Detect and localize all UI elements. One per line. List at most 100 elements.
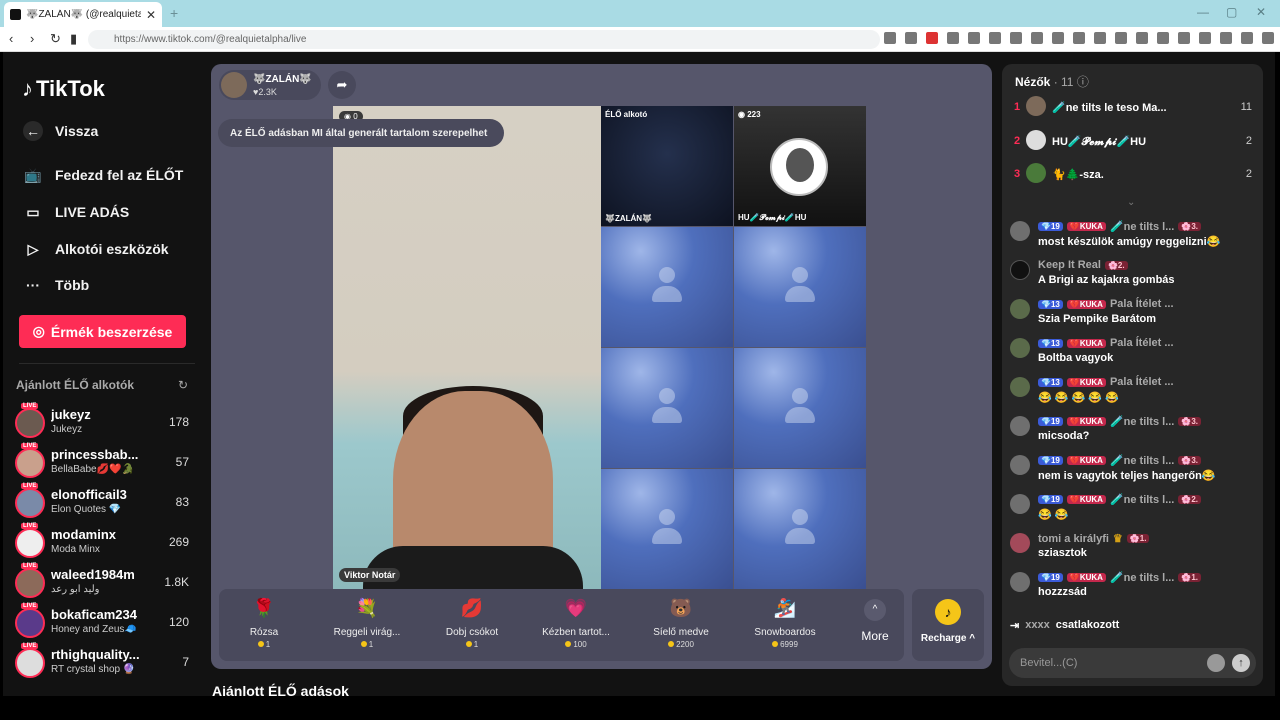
host-info[interactable]: 🐺ZALÁN🐺 ♥2.3K xyxy=(219,70,321,100)
minimize-icon[interactable]: — xyxy=(1197,5,1209,19)
chat-message[interactable]: 💎13 💔KUKA Pala Ítélet ... Boltba vagyok xyxy=(1010,335,1255,373)
extension-icon[interactable] xyxy=(1241,32,1253,44)
top-viewer-row[interactable]: 2 HU🧪𝓟𝓮𝓶𝓹𝓲🧪HU 2 xyxy=(1014,128,1252,156)
creator-item[interactable]: LIVE elonofficail3 Elon Quotes 💎 83 xyxy=(15,483,195,521)
empty-seat[interactable] xyxy=(734,469,866,589)
extension-icon[interactable] xyxy=(947,32,959,44)
message-text: nem is vagytok teljes hangerőn😂 xyxy=(1038,470,1216,482)
refresh-icon[interactable]: ↻ xyxy=(178,378,188,392)
sidebar-item-more[interactable]: ··· Több xyxy=(23,275,89,295)
get-coins-button[interactable]: ◎ Érmék beszerzése xyxy=(19,315,186,348)
extension-icon[interactable] xyxy=(1073,32,1085,44)
chat-message[interactable]: 💎13 💔KUKA Pala Ítélet ... Szia Pempike Bar… xyxy=(1010,296,1255,334)
main-video[interactable]: ◉ 0 Viktor Notár xyxy=(333,106,601,589)
extension-icon[interactable] xyxy=(905,32,917,44)
new-tab-button[interactable]: + xyxy=(170,5,178,21)
chat-username: 🧪ne tilts l... xyxy=(1109,572,1175,584)
chat-message[interactable]: tomi a királyfi ♛ 🌸1. sziasztok xyxy=(1010,530,1255,568)
level-badge: 💎19 xyxy=(1038,456,1063,465)
chat-message[interactable]: 💎19 💔KUKA 🧪ne tilts l... 🌸3. nem is vagytok… xyxy=(1010,452,1255,490)
creator-name: modaminx xyxy=(51,527,117,542)
creator-item[interactable]: LIVE bokaficam234 Honey and Zeus🧢 120 xyxy=(15,603,195,641)
chat-message[interactable]: 💎13 💔KUKA Pala Ítélet ... 😂 😂 😂 😂 😂 xyxy=(1010,374,1255,412)
level-badge: 💎19 xyxy=(1038,573,1063,582)
creator-item[interactable]: LIVE modaminx Moda Minx 269 xyxy=(15,523,195,561)
top-viewer-row[interactable]: 1 🧪ne tilts le teso Ma... 11 xyxy=(1014,94,1252,122)
gift-name: Snowboardos xyxy=(754,627,816,638)
extension-icon[interactable] xyxy=(1052,32,1064,44)
sidebar-item-explore-live[interactable]: 📺 Fedezd fel az ÉLŐT xyxy=(23,165,183,185)
tiktok-note-icon: ♪ xyxy=(22,76,33,101)
fan-badge: 💔KUKA xyxy=(1066,456,1106,465)
extension-icon[interactable] xyxy=(1115,32,1127,44)
chat-username: Pala Ítélet ... xyxy=(1109,376,1174,388)
extension-icon[interactable] xyxy=(1262,32,1274,44)
chat-message[interactable]: 💎19 💔KUKA 🧪ne tilts l... 🌸3. most készülök … xyxy=(1010,218,1255,256)
extension-icon[interactable] xyxy=(1157,32,1169,44)
chat-input[interactable]: Bevitel...(C) ↑ xyxy=(1009,648,1256,678)
extension-icon[interactable] xyxy=(1199,32,1211,44)
gift-item[interactable]: 🏂 Snowboardos 6999 xyxy=(740,595,830,657)
chat-username: 🧪ne tilts l... xyxy=(1109,221,1175,233)
url-text: https://www.tiktok.com/@realquietalpha/l… xyxy=(114,34,307,45)
extensions-toolbar xyxy=(884,32,1280,44)
viewer-count: 57 xyxy=(175,455,189,469)
gift-item[interactable]: 💐 Reggeli virág... 1 xyxy=(322,595,412,657)
extension-icon[interactable] xyxy=(989,32,1001,44)
top-viewer-row[interactable]: 3 🐈🌲-sza. 2 xyxy=(1014,161,1252,189)
empty-seat[interactable] xyxy=(734,348,866,468)
extension-icon[interactable] xyxy=(926,32,938,44)
extension-icon[interactable] xyxy=(1094,32,1106,44)
creator-item[interactable]: LIVE rthighquality... RT crystal shop 🔮 … xyxy=(15,643,195,681)
extension-icon[interactable] xyxy=(1031,32,1043,44)
creator-item[interactable]: LIVE jukeyz Jukeyz 178 xyxy=(15,403,195,441)
sidebar-item-go-live[interactable]: ▭ LIVE ADÁS xyxy=(23,202,129,222)
gift-item[interactable]: 🐻 Síelő medve 2200 xyxy=(636,595,726,657)
recharge-button[interactable]: ♪ Recharge ^ xyxy=(912,589,984,661)
guest-cell-pempi[interactable]: ◉ 223 HU🧪𝓟𝓮𝓶𝓹𝓲🧪HU xyxy=(734,106,866,226)
extension-icon[interactable] xyxy=(1136,32,1148,44)
sidebar-item-creator-tools[interactable]: ▷ Alkotói eszközök xyxy=(23,239,169,259)
chevron-down-icon[interactable]: ⌄ xyxy=(1127,197,1135,208)
share-button[interactable]: ➦ xyxy=(328,71,356,99)
creator-item[interactable]: LIVE princessbab... BellaBabe💋❤️🐊 57 xyxy=(15,443,195,481)
back-arrow-icon[interactable]: ‹ xyxy=(9,31,13,46)
empty-seat[interactable] xyxy=(734,227,866,347)
chat-message[interactable]: 💎19 💔KUKA 🧪ne tilts l... 🌸1. hozzzsád xyxy=(1010,569,1255,607)
extension-icon[interactable] xyxy=(884,32,896,44)
browser-tab[interactable]: 🐺ZALÁN🐺 (@realquietalpha ✕ xyxy=(4,2,162,27)
send-arrow-icon[interactable]: ↑ xyxy=(1232,654,1250,672)
extension-icon[interactable] xyxy=(968,32,980,44)
creator-item[interactable]: LIVE waleed1984m وليد ابو رعد 1.8K xyxy=(15,563,195,601)
emoji-icon[interactable] xyxy=(1207,654,1225,672)
empty-seat[interactable] xyxy=(601,227,733,347)
forward-arrow-icon[interactable]: › xyxy=(30,31,34,46)
tab-close-icon[interactable]: ✕ xyxy=(146,8,156,22)
reload-icon[interactable]: ↻ xyxy=(50,31,61,47)
creator-name: bokaficam234 xyxy=(51,607,137,622)
url-input[interactable]: https://www.tiktok.com/@realquietalpha/l… xyxy=(88,30,880,49)
bear-icon: 🐻 xyxy=(669,598,693,618)
info-icon[interactable]: ⓘ xyxy=(1077,75,1089,89)
maximize-icon[interactable]: ▢ xyxy=(1226,5,1237,19)
sidebar-item-label: LIVE ADÁS xyxy=(55,204,130,220)
message-header: tomi a királyfi ♛ 🌸1. xyxy=(1038,532,1150,545)
viewers-header[interactable]: Nézők · 11 ⓘ xyxy=(1015,73,1089,90)
extension-icon[interactable] xyxy=(1178,32,1190,44)
window-close-icon[interactable]: ✕ xyxy=(1256,5,1266,19)
chat-message[interactable]: 💎19 💔KUKA 🧪ne tilts l... 🌸3. micsoda? xyxy=(1010,413,1255,451)
chat-message[interactable]: Keep It Real 🌸2. A Brigi az kajakra gombá… xyxy=(1010,257,1255,295)
gift-item[interactable]: 💗 Kézben tartot... 100 xyxy=(531,595,621,657)
gift-item[interactable]: 💋 Dobj csókot 1 xyxy=(427,595,517,657)
back-link[interactable]: ← Vissza xyxy=(23,121,98,141)
extension-icon[interactable] xyxy=(1220,32,1232,44)
extension-icon[interactable] xyxy=(1010,32,1022,44)
empty-seat[interactable] xyxy=(601,348,733,468)
more-gifts-button[interactable]: ^ More xyxy=(853,599,897,643)
guest-cell-host[interactable]: ÉLŐ alkotó 🐺ZALÁN🐺 xyxy=(601,106,733,226)
chat-message[interactable]: 💎19 💔KUKA 🧪ne tilts l... 🌸2. 😂 😂 xyxy=(1010,491,1255,529)
gift-item[interactable]: 🌹 Rózsa 1 xyxy=(219,595,309,657)
empty-seat[interactable] xyxy=(601,469,733,589)
tiktok-logo[interactable]: ♪ TikTok xyxy=(22,76,105,102)
bookmark-icon[interactable]: ▮ xyxy=(70,31,77,47)
